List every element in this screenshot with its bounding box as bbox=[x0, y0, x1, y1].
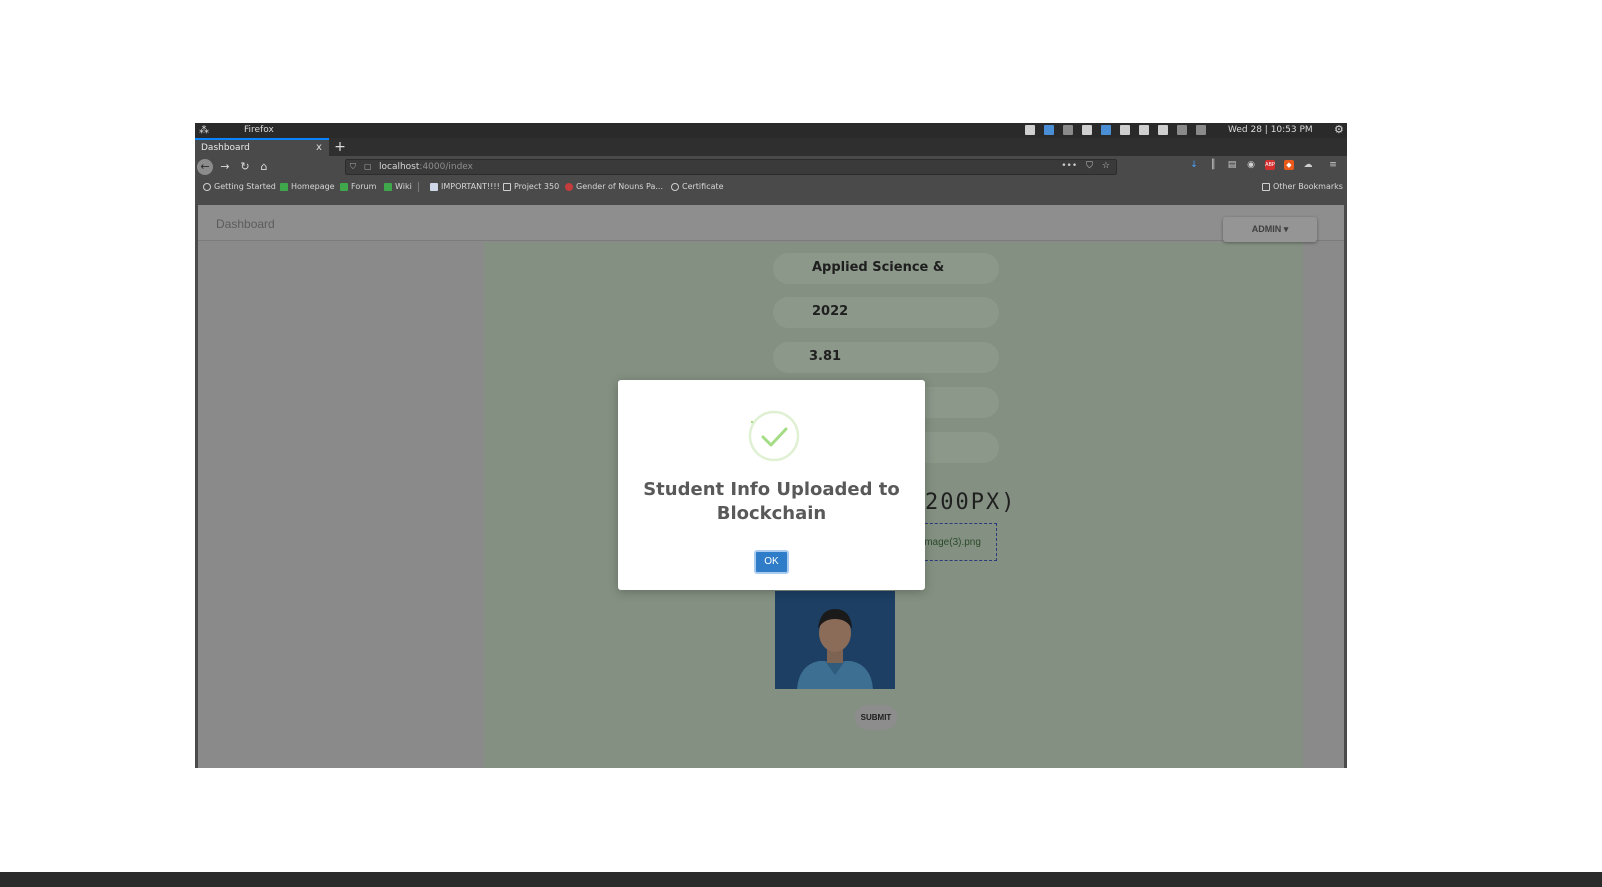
window-icon[interactable] bbox=[1025, 125, 1035, 135]
taskbar bbox=[0, 872, 1602, 887]
ok-button[interactable]: OK bbox=[754, 550, 789, 574]
year-field[interactable]: 2022 bbox=[773, 297, 999, 328]
page-header: Dashboard bbox=[198, 205, 1344, 241]
menu-icon[interactable]: ≡ bbox=[1328, 160, 1338, 170]
download-icon[interactable]: ↓ bbox=[1189, 160, 1199, 170]
bookmark-important[interactable]: IMPORTANT!!!! bbox=[430, 182, 500, 191]
cgpa-field[interactable]: 3.81 bbox=[773, 342, 999, 373]
submit-button[interactable]: SUBMIT bbox=[855, 705, 897, 730]
clipboard-icon[interactable] bbox=[1120, 125, 1130, 135]
wifi-icon[interactable] bbox=[1177, 125, 1187, 135]
bookmark-getting-started[interactable]: Getting Started bbox=[203, 182, 276, 191]
library-icon[interactable]: ║ bbox=[1208, 160, 1218, 170]
folder-icon bbox=[503, 182, 511, 191]
forward-button[interactable]: → bbox=[217, 159, 233, 175]
bookmark-gender-of-nouns[interactable]: Gender of Nouns Pa... bbox=[565, 182, 663, 191]
os-top-panel: ⁂ Firefox Wed 28 | 10:53 PM ⚙ bbox=[195, 123, 1347, 138]
back-button[interactable]: ← bbox=[197, 159, 213, 175]
globe-icon bbox=[203, 182, 211, 191]
shield-icon[interactable]: ⛉ bbox=[350, 162, 356, 172]
green-bookmark-icon bbox=[340, 182, 348, 191]
workspace-icon[interactable] bbox=[1044, 125, 1054, 135]
settings-icon[interactable] bbox=[1063, 125, 1073, 135]
student-avatar-illustration bbox=[775, 591, 895, 689]
volume-icon[interactable] bbox=[1139, 125, 1149, 135]
home-button[interactable]: ⌂ bbox=[256, 159, 272, 175]
pocket-icon[interactable]: ⛉ bbox=[1086, 161, 1093, 171]
page-title: Dashboard bbox=[216, 217, 275, 231]
extension-icon[interactable]: ◆ bbox=[1284, 160, 1294, 170]
bookmark-separator bbox=[418, 182, 419, 192]
success-modal: Student Info Uploaded to Blockchain OK bbox=[618, 380, 925, 590]
success-check-icon bbox=[748, 410, 800, 462]
bookmark-project-350[interactable]: Project 350 bbox=[503, 182, 559, 191]
page-actions-icon[interactable]: ••• bbox=[1061, 161, 1077, 171]
account-icon[interactable]: ◉ bbox=[1246, 160, 1256, 170]
close-icon[interactable]: x bbox=[316, 142, 322, 153]
clock: Wed 28 | 10:53 PM bbox=[1228, 125, 1313, 135]
department-field[interactable]: Applied Science & bbox=[773, 253, 999, 284]
admin-dropdown-button[interactable]: ADMIN ▾ bbox=[1223, 217, 1317, 242]
bookmark-wiki[interactable]: Wiki bbox=[384, 182, 412, 191]
power-icon[interactable]: ⚙ bbox=[1334, 124, 1344, 136]
adblock-icon[interactable]: ABP bbox=[1265, 160, 1275, 170]
file-drop-zone[interactable]: image(3).png bbox=[915, 523, 997, 561]
app-launcher-icon[interactable]: ⁂ bbox=[199, 125, 210, 136]
extension-icon-2[interactable]: ☁ bbox=[1303, 160, 1313, 170]
chevron-down-icon[interactable] bbox=[1196, 125, 1206, 135]
screen: ⁂ Firefox Wed 28 | 10:53 PM ⚙ Dashboard bbox=[0, 0, 1602, 887]
bookmarks-bar: Getting Started Homepage Forum Wiki IMPO… bbox=[195, 178, 1347, 196]
green-bookmark-icon bbox=[384, 182, 392, 191]
battery-icon[interactable] bbox=[1158, 125, 1168, 135]
green-bookmark-icon bbox=[280, 182, 288, 191]
display-icon[interactable] bbox=[1101, 125, 1111, 135]
doc-icon bbox=[430, 182, 438, 191]
folder-icon bbox=[1262, 182, 1270, 191]
active-app-name: Firefox bbox=[244, 125, 274, 135]
bookmark-forum[interactable]: Forum bbox=[340, 182, 376, 191]
bug-icon[interactable] bbox=[1082, 125, 1092, 135]
reload-button[interactable]: ↻ bbox=[237, 159, 253, 175]
toolbar-right: ↓ ║ ▤ ◉ ABP ◆ ☁ ≡ bbox=[1189, 160, 1338, 170]
new-tab-button[interactable]: + bbox=[333, 138, 347, 156]
modal-title: Student Info Uploaded to Blockchain bbox=[643, 479, 900, 524]
red-site-icon bbox=[565, 182, 573, 191]
url-actions: ••• ⛉ ☆ bbox=[1061, 161, 1110, 171]
sidebar-icon[interactable]: ▤ bbox=[1227, 160, 1237, 170]
url-text[interactable]: localhost:4000/index bbox=[379, 162, 473, 172]
tab-strip: Dashboard x + bbox=[195, 138, 1347, 156]
bookmark-certificate[interactable]: Certificate bbox=[671, 182, 724, 191]
system-tray bbox=[1025, 125, 1206, 135]
globe-icon bbox=[671, 182, 679, 191]
tab-title: Dashboard bbox=[201, 143, 250, 153]
student-photo bbox=[775, 591, 895, 689]
url-bar[interactable]: ⛉ ▢ localhost:4000/index ••• ⛉ ☆ bbox=[345, 159, 1117, 175]
bookmark-star-icon[interactable]: ☆ bbox=[1102, 161, 1110, 171]
image-size-label: 200PX) bbox=[925, 490, 1017, 515]
tab-dashboard[interactable]: Dashboard x bbox=[195, 138, 329, 156]
navigation-bar: ← → ↻ ⌂ ⛉ ▢ localhost:4000/index ••• ⛉ ☆… bbox=[195, 156, 1347, 178]
bookmark-homepage[interactable]: Homepage bbox=[280, 182, 335, 191]
page-info-icon[interactable]: ▢ bbox=[364, 162, 372, 171]
other-bookmarks[interactable]: Other Bookmarks bbox=[1262, 182, 1343, 191]
